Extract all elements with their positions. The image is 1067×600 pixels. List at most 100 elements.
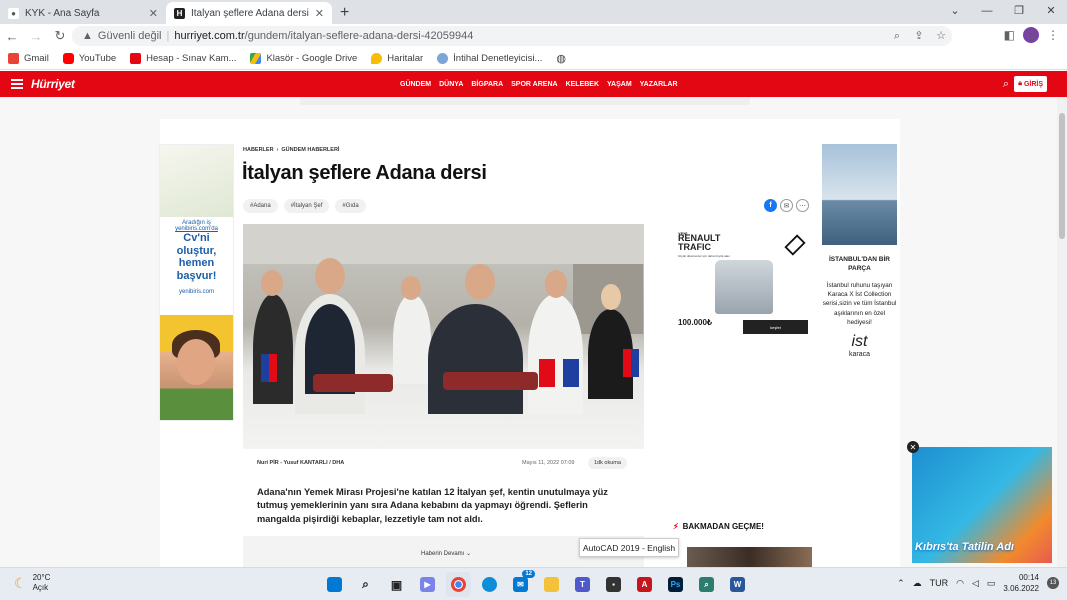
- renault-title: RENAULT TRAFIC: [678, 233, 721, 252]
- security-label[interactable]: Güvenli değil: [98, 30, 162, 42]
- floating-video-ad[interactable]: ✕ Kıbrıs'ta Tatilin Adı: [907, 441, 1052, 563]
- warning-icon[interactable]: ▲: [82, 30, 93, 42]
- close-video-icon[interactable]: ✕: [907, 441, 919, 453]
- tag-gida[interactable]: #Gıda: [335, 199, 366, 213]
- address-bar[interactable]: ▲ Güvenli değil | hurriyet.com.tr /gunde…: [72, 26, 952, 46]
- autocad-icon[interactable]: A: [632, 572, 657, 597]
- close-tab-icon[interactable]: ✕: [149, 7, 158, 20]
- tab-hurriyet[interactable]: H İtalyan şeflere Adana dersi - Son ✕: [166, 2, 332, 24]
- gmail-icon: [8, 53, 19, 64]
- close-tab-icon[interactable]: ✕: [315, 7, 324, 20]
- renault-ad[interactable]: YENİ RENAULT TRAFIC büyük düşünenler içi…: [673, 224, 812, 348]
- tab-label: İtalyan şeflere Adana dersi - Son: [191, 7, 309, 19]
- menu-yasam[interactable]: YAŞAM: [607, 81, 632, 88]
- right-ad-banner[interactable]: İSTANBUL'DAN BİR PARÇA İstanbul ruhunu t…: [822, 144, 897, 414]
- taskbar-apps: ⌕ ▣ ▶ ✉ 12 T ▪ A Ps ⌕ W: [322, 570, 750, 597]
- battery-icon[interactable]: ▭: [987, 578, 996, 589]
- vertical-scrollbar[interactable]: [1057, 97, 1067, 567]
- tab-kyk[interactable]: ● KYK - Ana Sayfa ✕: [0, 2, 166, 24]
- edge-icon[interactable]: [477, 572, 502, 597]
- zoom-icon[interactable]: ⌕: [886, 26, 908, 46]
- bookmark-star-icon[interactable]: ☆: [930, 26, 952, 46]
- bookmark-drive[interactable]: Klasör - Google Drive: [250, 53, 357, 64]
- tray-chevron-icon[interactable]: ⌃: [897, 578, 905, 589]
- site-logo[interactable]: Hürriyet: [31, 77, 75, 91]
- chrome-icon[interactable]: [446, 572, 471, 597]
- bookmark-sinav[interactable]: Hesap - Sınav Kam...: [130, 53, 236, 64]
- mail-app-icon[interactable]: ✉ 12: [508, 570, 535, 597]
- more-icon[interactable]: ⋯: [796, 199, 809, 212]
- login-button[interactable]: 🔒︎ GİRİŞ: [1014, 76, 1047, 92]
- menu-kelebek[interactable]: KELEBEK: [566, 81, 599, 88]
- new-tab-button[interactable]: +: [340, 4, 349, 22]
- teams-icon[interactable]: T: [570, 572, 595, 597]
- file-explorer-icon[interactable]: [539, 572, 564, 597]
- lock-icon: 🔒︎: [1018, 80, 1022, 87]
- store-icon[interactable]: ▪: [601, 572, 626, 597]
- menu-spor-arena[interactable]: SPOR ARENA: [511, 81, 557, 88]
- notification-badge[interactable]: 13: [1047, 577, 1059, 590]
- url-host: hurriyet.com.tr: [174, 30, 245, 42]
- back-icon[interactable]: ←: [0, 29, 24, 44]
- breadcrumb-haberler[interactable]: HABERLER: [243, 147, 274, 153]
- article-title: İtalyan şeflere Adana dersi: [242, 162, 487, 184]
- menu-kebab-icon[interactable]: ⋮: [1047, 28, 1059, 42]
- renault-cta-button[interactable]: keşfet: [743, 320, 808, 334]
- magnifier-icon[interactable]: ⌕: [694, 572, 719, 597]
- bookmark-gmail[interactable]: Gmail: [8, 53, 49, 64]
- reload-icon[interactable]: ↻: [48, 28, 72, 44]
- start-icon[interactable]: [322, 572, 347, 597]
- task-view-icon[interactable]: ▣: [384, 572, 409, 597]
- bookmark-label: YouTube: [78, 53, 117, 64]
- volume-icon[interactable]: ◁: [972, 578, 979, 589]
- facebook-icon[interactable]: f: [764, 199, 777, 212]
- karaca-brand: karaca: [848, 350, 870, 358]
- clock[interactable]: 00:14 3.06.2022: [1003, 572, 1039, 594]
- restore-icon[interactable]: ❐: [1003, 0, 1035, 22]
- taskbar-tooltip: AutoCAD 2019 - English: [579, 538, 679, 557]
- weather-desc: Açık: [32, 583, 49, 592]
- onedrive-icon[interactable]: ☁: [913, 578, 922, 589]
- bookmark-youtube[interactable]: YouTube: [62, 53, 117, 64]
- tab-search-icon[interactable]: ⌄: [939, 0, 971, 22]
- mail-icon[interactable]: ✉: [780, 199, 793, 212]
- weather-widget[interactable]: ☾ 20°C Açık: [14, 573, 50, 593]
- forward-icon[interactable]: →: [24, 29, 48, 44]
- side-panel-icon[interactable]: ◧: [1004, 28, 1015, 42]
- minimize-icon[interactable]: —: [971, 0, 1003, 22]
- menu-gundem[interactable]: GÜNDEM: [400, 81, 431, 88]
- site-search-icon[interactable]: ⌕: [1003, 78, 1009, 91]
- menu-dunya[interactable]: DÜNYA: [439, 81, 463, 88]
- continue-reading-button[interactable]: Haberin Devamı ⌄: [421, 550, 471, 557]
- recommended-thumbnail[interactable]: [687, 547, 812, 567]
- word-icon[interactable]: W: [725, 572, 750, 597]
- youtube-icon: [62, 53, 74, 64]
- close-window-icon[interactable]: ✕: [1035, 0, 1067, 22]
- site-header: Hürriyet GÜNDEM DÜNYA BİGPARA SPOR ARENA…: [0, 71, 1067, 97]
- browser-toolbar: ← → ↻ ▲ Güvenli değil | hurriyet.com.tr …: [0, 24, 1067, 48]
- windows-taskbar: ☾ 20°C Açık ⌕ ▣ ▶ ✉ 12 T ▪ A Ps ⌕ W ⌃ ☁ T…: [0, 567, 1067, 600]
- bookmark-label: Haritalar: [387, 53, 424, 64]
- teams-chat-icon[interactable]: ▶: [415, 572, 440, 597]
- left-ad-banner[interactable]: Aradığın iş yenibiris.com'da Cv'ni oluşt…: [159, 144, 234, 421]
- language-indicator[interactable]: TUR: [930, 578, 949, 588]
- menu-yazarlar[interactable]: YAZARLAR: [640, 81, 678, 88]
- scrollbar-thumb[interactable]: [1059, 113, 1065, 239]
- photoshop-icon[interactable]: Ps: [663, 572, 688, 597]
- hamburger-menu-icon[interactable]: [11, 79, 23, 89]
- profile-avatar[interactable]: G: [1023, 27, 1039, 43]
- menu-bigpara[interactable]: BİGPARA: [471, 81, 503, 88]
- breadcrumb-gundem[interactable]: GÜNDEM HABERLERİ: [281, 147, 339, 153]
- wifi-icon[interactable]: ◠: [956, 578, 964, 589]
- bookmark-intihal[interactable]: İntihal Denetleyicisi...: [437, 53, 542, 64]
- bookmark-maps[interactable]: Haritalar: [371, 53, 423, 64]
- share-icon[interactable]: ⇪: [908, 26, 930, 46]
- bookmarks-bar: Gmail YouTube Hesap - Sınav Kam... Klasö…: [0, 48, 1067, 70]
- search-icon[interactable]: ⌕: [353, 572, 378, 597]
- share-buttons: f ✉ ⋯: [764, 199, 809, 212]
- bookmark-label: Gmail: [24, 53, 49, 64]
- tag-adana[interactable]: #Adana: [243, 199, 278, 213]
- tag-italyan-sef[interactable]: #İtalyan Şef: [283, 199, 330, 213]
- bookmark-globe[interactable]: ◍: [556, 52, 566, 65]
- intihal-icon: [437, 53, 449, 64]
